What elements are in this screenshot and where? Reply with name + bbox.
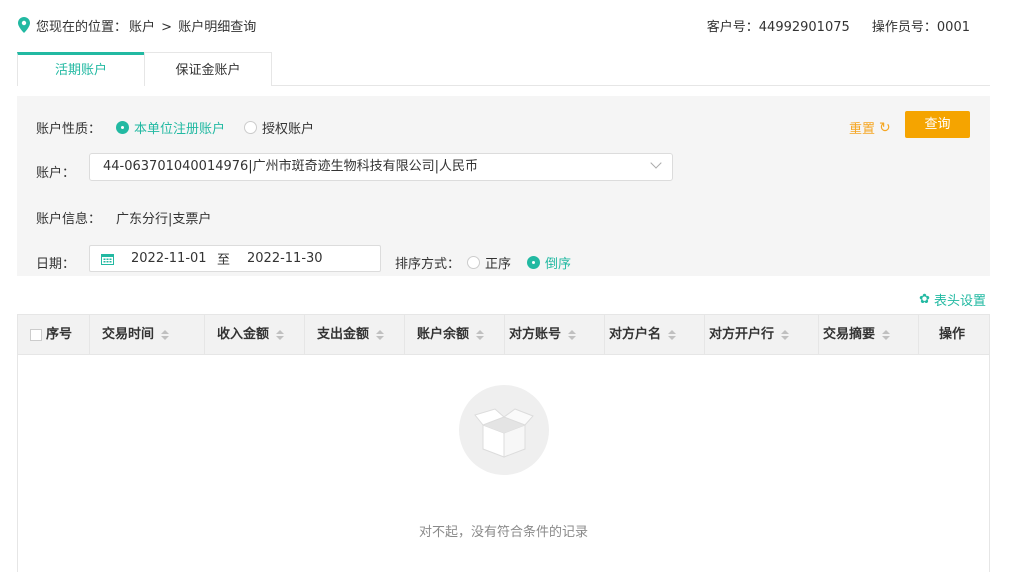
account-label: 账户： <box>36 166 76 181</box>
column-label: 对方开户行 <box>709 327 775 342</box>
empty-state: 对不起，没有符合条件的记录 <box>18 355 989 572</box>
sort-icon <box>568 329 577 341</box>
reset-button[interactable]: 重置 ↻ <box>849 118 891 138</box>
column-header-actions: 操作 <box>919 315 989 355</box>
breadcrumb-current: 账户明细查询 <box>178 19 257 35</box>
column-header-balance[interactable]: 账户余额 <box>405 315 505 355</box>
column-header-counterparty-name[interactable]: 对方户名 <box>605 315 705 355</box>
operator-number: 操作员号：0001 <box>871 20 970 35</box>
sort-label: 排序方式： <box>395 257 461 272</box>
empty-message: 对不起，没有符合条件的记录 <box>418 525 588 540</box>
location-pin-icon <box>18 17 30 33</box>
table-header: 序号 交易时间 收入金额 支出金额 账户余额 对方账号 对方户名 对方开户行 交… <box>18 315 989 355</box>
transaction-table: 序号 交易时间 收入金额 支出金额 账户余额 对方账号 对方户名 对方开户行 交… <box>17 314 990 572</box>
radio-checked-icon <box>527 256 540 269</box>
column-settings-label: 表头设置 <box>933 294 986 309</box>
radio-sort-descending[interactable]: 倒序 <box>527 253 571 272</box>
radio-checked-icon <box>116 121 129 134</box>
radio-label: 正序 <box>485 257 512 272</box>
refresh-icon: ↻ <box>879 119 891 136</box>
column-label: 交易摘要 <box>823 327 876 342</box>
column-label: 对方户名 <box>609 327 662 342</box>
empty-box-icon <box>459 385 549 475</box>
column-label: 序号 <box>46 327 73 342</box>
date-label: 日期： <box>36 257 76 272</box>
account-info-value: 广东分行|支票户 <box>116 212 212 227</box>
sort-icon <box>276 329 285 341</box>
column-header-expense[interactable]: 支出金额 <box>305 315 405 355</box>
user-info: 客户号：44992901075 操作员号：0001 <box>689 16 970 35</box>
sort-icon <box>161 329 170 341</box>
breadcrumb-separator: > <box>161 19 173 35</box>
start-date: 2022-11-01 <box>131 251 207 266</box>
calendar-icon <box>101 253 114 265</box>
column-label: 交易时间 <box>102 327 155 342</box>
tab-deposit-account[interactable]: 保证金账户 <box>144 52 272 86</box>
tab-current-account[interactable]: 活期账户 <box>17 52 145 86</box>
sort-icon <box>476 329 485 341</box>
breadcrumb-account[interactable]: 账户 <box>129 20 155 35</box>
radio-unchecked-icon <box>244 121 257 134</box>
radio-label: 授权账户 <box>262 122 315 137</box>
account-type-label: 账户性质： <box>36 122 102 137</box>
column-label: 账户余额 <box>417 327 470 342</box>
filter-panel: 账户性质： 本单位注册账户 授权账户 重置 ↻ 查询 账户： 44-063701… <box>17 96 990 276</box>
breadcrumb-prefix: 您现在的位置： <box>36 19 128 35</box>
column-header-counterparty-account[interactable]: 对方账号 <box>505 315 605 355</box>
chevron-down-icon <box>650 157 662 169</box>
reset-label: 重置 <box>849 122 876 137</box>
customer-number: 客户号：44992901075 <box>706 20 850 35</box>
radio-label: 本单位注册账户 <box>134 122 226 137</box>
radio-authorized-account[interactable]: 授权账户 <box>244 118 314 137</box>
column-header-summary[interactable]: 交易摘要 <box>819 315 919 355</box>
radio-label: 倒序 <box>545 257 572 272</box>
column-label: 支出金额 <box>317 327 370 342</box>
account-select-value: 44-063701040014976|广州市斑奇迹生物科技有限公司|人民币 <box>103 159 479 174</box>
sort-icon <box>376 329 385 341</box>
sort-icon <box>668 329 677 341</box>
account-tabs: 活期账户 保证金账户 <box>17 52 990 86</box>
column-header-income[interactable]: 收入金额 <box>205 315 305 355</box>
query-button[interactable]: 查询 <box>905 111 970 138</box>
column-header-time[interactable]: 交易时间 <box>90 315 205 355</box>
select-all-checkbox[interactable] <box>30 329 42 341</box>
column-label: 收入金额 <box>217 327 270 342</box>
gear-icon: ✿ <box>919 292 930 307</box>
radio-sort-ascending[interactable]: 正序 <box>467 253 511 272</box>
radio-registered-account[interactable]: 本单位注册账户 <box>116 118 225 137</box>
column-label: 操作 <box>939 327 966 342</box>
column-label: 对方账号 <box>509 327 562 342</box>
date-range-picker[interactable]: 2022-11-01 至 2022-11-30 <box>89 245 381 272</box>
sort-icon <box>882 329 891 341</box>
column-header-counterparty-bank[interactable]: 对方开户行 <box>705 315 819 355</box>
sort-icon <box>781 329 790 341</box>
column-settings-button[interactable]: ✿ 表头设置 <box>919 290 986 309</box>
end-date: 2022-11-30 <box>247 251 323 266</box>
radio-unchecked-icon <box>467 256 480 269</box>
account-select[interactable]: 44-063701040014976|广州市斑奇迹生物科技有限公司|人民币 <box>89 153 673 181</box>
date-separator: 至 <box>217 253 231 268</box>
column-header-index: 序号 <box>18 315 90 355</box>
account-info-label: 账户信息： <box>36 212 102 227</box>
